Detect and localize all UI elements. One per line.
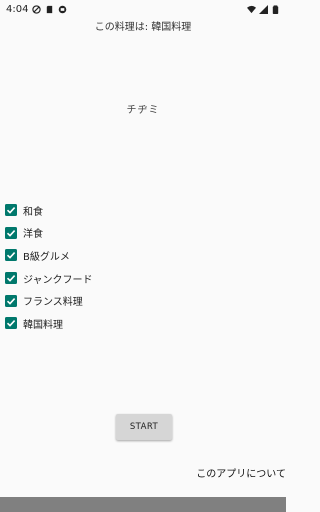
category-checkbox-korean[interactable]: 韓国料理 bbox=[5, 312, 93, 335]
do-not-disturb-icon bbox=[32, 4, 42, 14]
navigation-bar bbox=[0, 497, 286, 512]
battery-icon bbox=[271, 4, 280, 14]
dish-name: チヂミ bbox=[126, 105, 160, 116]
category-label: 洋食 bbox=[23, 229, 43, 241]
checkbox-checked-icon bbox=[5, 272, 17, 285]
checkbox-checked-icon bbox=[5, 204, 17, 217]
signal-icon bbox=[259, 4, 268, 14]
category-checkbox-washoku[interactable]: 和食 bbox=[5, 199, 93, 222]
category-checkbox-b-gourmet[interactable]: B級グルメ bbox=[5, 244, 93, 267]
checkbox-checked-icon bbox=[5, 294, 17, 307]
start-button[interactable]: START bbox=[116, 414, 172, 440]
status-time: 4:04 bbox=[6, 3, 29, 15]
checkbox-checked-icon bbox=[5, 317, 17, 330]
category-label: 韓国料理 bbox=[23, 319, 63, 331]
result-category-label: この料理は: 韓国料理 bbox=[94, 22, 192, 33]
checkbox-checked-icon bbox=[5, 226, 17, 239]
sim-card-icon bbox=[45, 5, 54, 14]
category-checkbox-french[interactable]: フランス料理 bbox=[5, 289, 93, 312]
wifi-icon bbox=[247, 5, 256, 14]
category-label: フランス料理 bbox=[23, 297, 83, 309]
app-notification-icon bbox=[58, 5, 67, 14]
category-checkbox-yoshoku[interactable]: 洋食 bbox=[5, 222, 93, 245]
category-checklist: 和食 洋食 B級グルメ ジャンクフード フランス料理 韓国料理 bbox=[5, 199, 93, 335]
category-label: ジャンクフード bbox=[23, 274, 93, 286]
category-label: B級グルメ bbox=[23, 251, 70, 263]
category-label: 和食 bbox=[23, 206, 43, 218]
category-checkbox-junk-food[interactable]: ジャンクフード bbox=[5, 267, 93, 290]
about-app-link[interactable]: このアプリについて bbox=[196, 465, 286, 480]
status-bar: 4:04 bbox=[0, 0, 286, 18]
checkbox-checked-icon bbox=[5, 249, 17, 262]
